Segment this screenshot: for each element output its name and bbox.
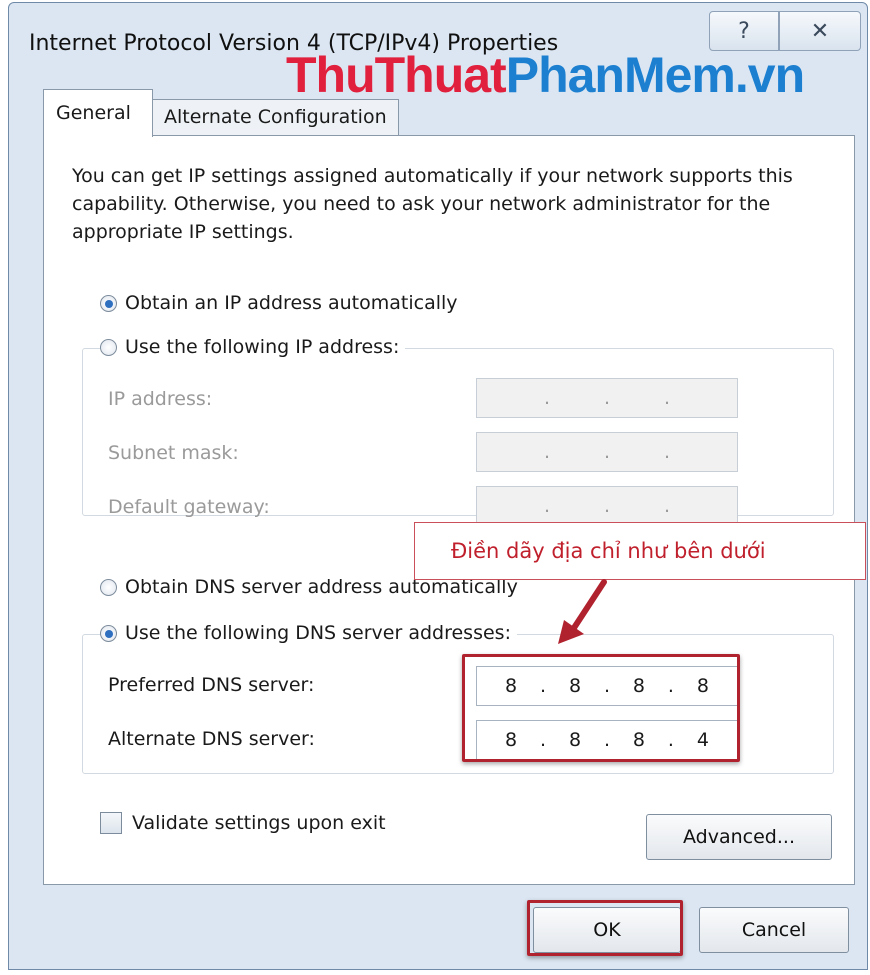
tab-general-label: General — [56, 102, 131, 124]
default-gateway-label: Default gateway: — [108, 496, 270, 518]
validate-settings-label: Validate settings upon exit — [132, 812, 386, 834]
octet-separator: . — [543, 441, 551, 463]
close-button[interactable]: ✕ — [779, 11, 861, 51]
octet-separator: . — [543, 495, 551, 517]
radio-unselected-icon — [100, 578, 117, 596]
obtain-ip-auto-radio[interactable]: Obtain an IP address automatically — [100, 292, 464, 314]
octet-separator: . — [603, 441, 611, 463]
checkbox-unchecked-icon — [100, 812, 122, 834]
description-text: You can get IP settings assigned automat… — [72, 165, 793, 243]
radio-selected-icon — [100, 624, 117, 642]
octet-separator: . — [663, 495, 671, 517]
octet-separator: . — [603, 387, 611, 409]
alternate-dns-label: Alternate DNS server: — [108, 728, 315, 750]
default-gateway-input[interactable]: . . . — [476, 486, 738, 526]
dns-highlight-box — [462, 654, 740, 762]
validate-settings-checkbox[interactable]: Validate settings upon exit — [100, 812, 386, 834]
watermark-part2: PhanMem.vn — [505, 47, 805, 103]
use-following-dns-radio[interactable]: Use the following DNS server addresses: — [100, 622, 517, 644]
close-icon: ✕ — [810, 18, 830, 44]
subnet-mask-input[interactable]: . . . — [476, 432, 738, 472]
advanced-button[interactable]: Advanced... — [646, 814, 832, 860]
annotation-arrow-icon — [558, 579, 607, 644]
watermark-part1: ThuThuat — [286, 47, 507, 103]
octet-separator: . — [603, 495, 611, 517]
radio-selected-icon — [100, 294, 117, 312]
octet-separator: . — [543, 387, 551, 409]
help-icon: ? — [738, 18, 750, 44]
obtain-ip-auto-label: Obtain an IP address automatically — [125, 292, 458, 314]
tab-alternate-configuration[interactable]: Alternate Configuration — [151, 99, 399, 135]
use-following-ip-radio[interactable]: Use the following IP address: — [100, 336, 406, 358]
watermark-logo: ThuThuatPhanMem.vn — [286, 47, 805, 103]
use-following-ip-label: Use the following IP address: — [125, 336, 400, 358]
tab-alternate-label: Alternate Configuration — [164, 106, 387, 128]
octet-separator: . — [663, 387, 671, 409]
octet-separator: . — [663, 441, 671, 463]
preferred-dns-label: Preferred DNS server: — [108, 674, 315, 696]
ip-address-input[interactable]: . . . — [476, 378, 738, 418]
radio-unselected-icon — [100, 338, 117, 356]
annotation-callout: Điền dãy địa chỉ như bên dưới — [414, 522, 866, 580]
help-button[interactable]: ? — [709, 11, 779, 51]
tab-general[interactable]: General — [43, 89, 153, 137]
ok-highlight-box — [527, 900, 683, 956]
subnet-mask-label: Subnet mask: — [108, 442, 239, 464]
cancel-button[interactable]: Cancel — [699, 907, 849, 953]
use-following-dns-label: Use the following DNS server addresses: — [125, 622, 511, 644]
general-panel: You can get IP settings assigned automat… — [43, 135, 855, 885]
ip-address-label: IP address: — [108, 388, 213, 410]
